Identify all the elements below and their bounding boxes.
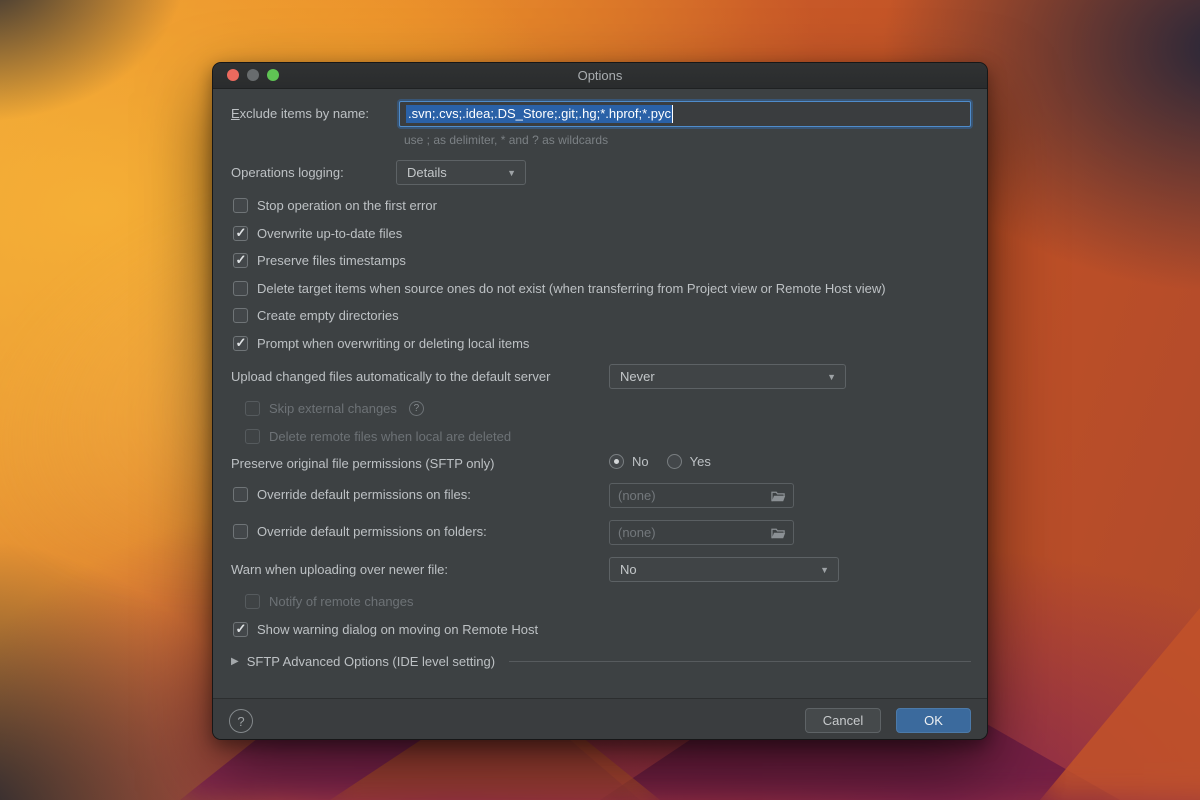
- radio-no[interactable]: No: [609, 454, 649, 469]
- upload-auto-value: Never: [620, 369, 655, 384]
- checkbox-icon: [233, 524, 248, 539]
- operations-logging-value: Details: [407, 165, 447, 180]
- checkbox-delete-remote: Delete remote files when local are delet…: [245, 429, 511, 444]
- checkbox-icon: [233, 622, 248, 637]
- wallpaper-facet: [1040, 560, 1200, 800]
- checkbox-show-warning-dialog[interactable]: Show warning dialog on moving on Remote …: [233, 622, 538, 637]
- checkbox-notify-remote: Notify of remote changes: [245, 594, 414, 609]
- minimize-icon[interactable]: [247, 69, 259, 81]
- checkbox-overwrite-uptodate[interactable]: Overwrite up-to-date files: [233, 226, 402, 241]
- chevron-down-icon: ▼: [827, 371, 836, 381]
- checkbox-label: Prompt when overwriting or deleting loca…: [257, 336, 529, 351]
- dialog-footer: ? Cancel OK: [213, 698, 987, 740]
- traffic-lights: [227, 69, 279, 81]
- checkbox-label: Delete remote files when local are delet…: [269, 429, 511, 444]
- exclude-hint: use ; as delimiter, * and ? as wildcards: [404, 133, 608, 147]
- help-icon: ?: [237, 714, 244, 729]
- separator-line: [509, 661, 971, 662]
- checkbox-create-empty-dirs[interactable]: Create empty directories: [233, 308, 399, 323]
- zoom-icon[interactable]: [267, 69, 279, 81]
- checkbox-icon: [233, 198, 248, 213]
- override-folders-field[interactable]: (none): [609, 520, 794, 545]
- override-files-value: (none): [618, 488, 656, 503]
- radio-no-label: No: [632, 454, 649, 469]
- sftp-advanced-label: SFTP Advanced Options (IDE level setting…: [247, 654, 495, 669]
- checkbox-icon: [233, 281, 248, 296]
- checkbox-icon: [233, 308, 248, 323]
- checkbox-label: Override default permissions on folders:: [257, 524, 487, 539]
- warn-newer-label: Warn when uploading over newer file:: [231, 562, 448, 577]
- checkbox-icon: [233, 336, 248, 351]
- radio-yes-label: Yes: [690, 454, 711, 469]
- preserve-permissions-radios: No Yes: [609, 454, 711, 469]
- operations-logging-label: Operations logging:: [231, 165, 344, 180]
- help-button[interactable]: ?: [229, 709, 253, 733]
- checkbox-override-folders[interactable]: Override default permissions on folders:: [233, 524, 487, 539]
- checkbox-icon: [245, 429, 260, 444]
- checkbox-delete-target-items[interactable]: Delete target items when source ones do …: [233, 281, 886, 296]
- radio-selected-icon: [609, 454, 624, 469]
- radio-yes[interactable]: Yes: [667, 454, 711, 469]
- upload-auto-select[interactable]: Never ▼: [609, 364, 846, 389]
- radio-unselected-icon: [667, 454, 682, 469]
- checkbox-label: Skip external changes: [269, 401, 397, 416]
- operations-logging-select[interactable]: Details ▼: [396, 160, 526, 185]
- close-icon[interactable]: [227, 69, 239, 81]
- checkbox-icon: [245, 594, 260, 609]
- upload-auto-label: Upload changed files automatically to th…: [231, 369, 550, 384]
- titlebar[interactable]: Options: [213, 63, 987, 89]
- checkbox-preserve-timestamps[interactable]: Preserve files timestamps: [233, 253, 406, 268]
- checkbox-icon: [233, 253, 248, 268]
- checkbox-prompt-overwrite[interactable]: Prompt when overwriting or deleting loca…: [233, 336, 529, 351]
- checkbox-icon: [233, 487, 248, 502]
- sftp-advanced-toggle[interactable]: ▶ SFTP Advanced Options (IDE level setti…: [231, 654, 971, 669]
- checkbox-label: Notify of remote changes: [269, 594, 414, 609]
- checkbox-label: Create empty directories: [257, 308, 399, 323]
- checkbox-stop-on-error[interactable]: Stop operation on the first error: [233, 198, 437, 213]
- override-folders-value: (none): [618, 525, 656, 540]
- exclude-input-selected-text: .svn;.cvs;.idea;.DS_Store;.git;.hg;*.hpr…: [406, 105, 673, 123]
- cancel-button[interactable]: Cancel: [805, 708, 881, 733]
- warn-newer-select[interactable]: No ▼: [609, 557, 839, 582]
- folder-icon[interactable]: [771, 526, 786, 541]
- chevron-down-icon: ▼: [820, 564, 829, 574]
- options-dialog: Options Exclude items by name: .svn;.cvs…: [212, 62, 988, 740]
- disclosure-triangle-icon: ▶: [231, 656, 239, 667]
- chevron-down-icon: ▼: [507, 167, 516, 177]
- checkbox-label: Delete target items when source ones do …: [257, 281, 886, 296]
- checkbox-label: Overwrite up-to-date files: [257, 226, 402, 241]
- checkbox-label: Stop operation on the first error: [257, 198, 437, 213]
- exclude-input[interactable]: .svn;.cvs;.idea;.DS_Store;.git;.hg;*.hpr…: [399, 101, 971, 127]
- window-title: Options: [578, 68, 623, 83]
- checkbox-skip-external: Skip external changes ?: [245, 401, 424, 416]
- exclude-label: Exclude items by name:: [231, 106, 369, 121]
- preserve-permissions-label: Preserve original file permissions (SFTP…: [231, 456, 494, 471]
- checkbox-label: Preserve files timestamps: [257, 253, 406, 268]
- checkbox-label: Show warning dialog on moving on Remote …: [257, 622, 538, 637]
- checkbox-icon: [233, 226, 248, 241]
- help-icon[interactable]: ?: [409, 401, 424, 416]
- checkbox-label: Override default permissions on files:: [257, 487, 471, 502]
- checkbox-override-files[interactable]: Override default permissions on files:: [233, 487, 471, 502]
- warn-newer-value: No: [620, 562, 637, 577]
- folder-icon[interactable]: [771, 489, 786, 504]
- checkbox-icon: [245, 401, 260, 416]
- ok-button[interactable]: OK: [896, 708, 971, 733]
- override-files-field[interactable]: (none): [609, 483, 794, 508]
